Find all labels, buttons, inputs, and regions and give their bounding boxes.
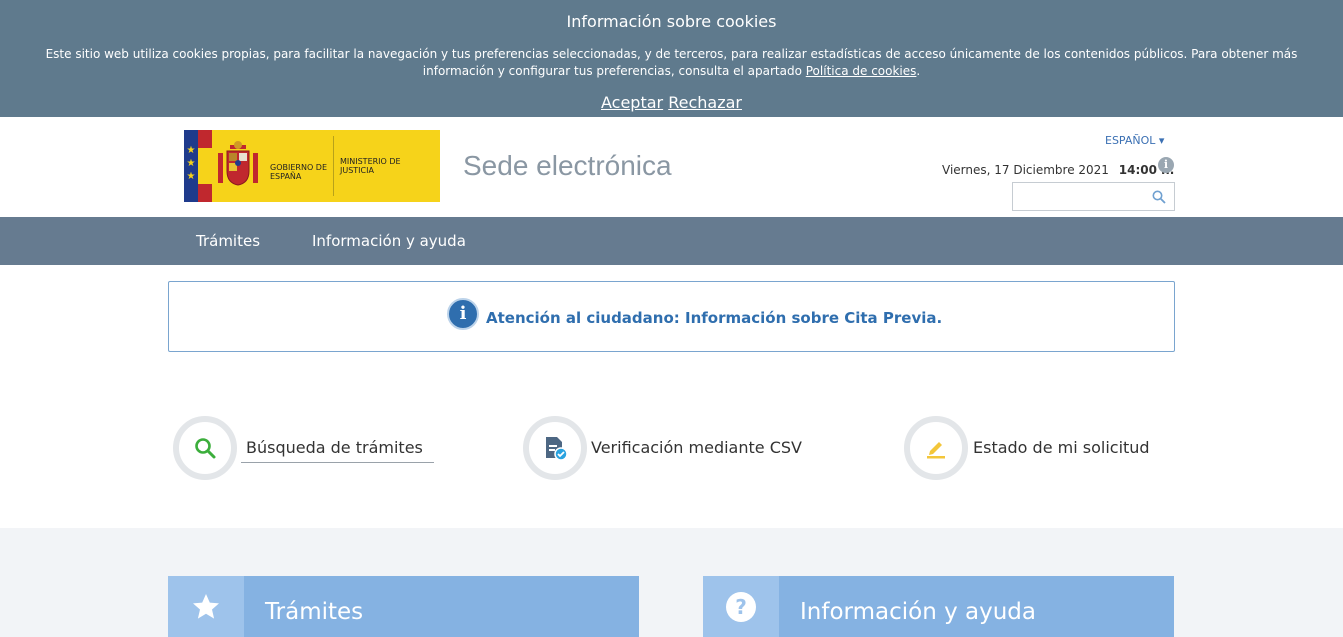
quick-action-label: Verificación mediante CSV (591, 438, 802, 457)
cookie-banner: Información sobre cookies Este sitio web… (0, 0, 1343, 117)
quick-action-label: Estado de mi solicitud (973, 438, 1150, 457)
svg-text:?: ? (735, 595, 747, 619)
cookie-text: Este sitio web utiliza cookies propias, … (10, 46, 1333, 80)
document-check-icon (523, 416, 587, 480)
nav-item-tramites[interactable]: Trámites (196, 232, 260, 250)
card-tramites[interactable]: Trámites (168, 576, 639, 637)
logo-text-gobierno: GOBIERNO DE ESPAÑA (264, 136, 334, 196)
reject-cookies-button[interactable]: Rechazar (668, 93, 742, 112)
quick-action-csv[interactable]: Verificación mediante CSV (523, 416, 802, 480)
quick-action-search[interactable]: Búsqueda de trámites (173, 416, 435, 480)
alert-text[interactable]: Atención al ciudadano: Información sobre… (486, 309, 942, 327)
card-title: Información y ayuda (800, 599, 1036, 625)
question-icon: ? (703, 576, 779, 637)
main-nav: Trámites Información y ayuda (0, 217, 1343, 265)
quick-action-status[interactable]: Estado de mi solicitud (904, 416, 1150, 480)
cookie-title: Información sobre cookies (566, 12, 777, 31)
nav-item-informacion[interactable]: Información y ayuda (312, 232, 466, 250)
info-icon[interactable]: i (1158, 157, 1174, 173)
eu-stars-icon: ★ ★ ★ (184, 130, 198, 202)
card-title: Trámites (265, 599, 364, 625)
header: ★ ★ ★ GOBIERNO DE ESPAÑA MINISTERIO DE JUS… (0, 117, 1343, 217)
bottom-section: Trámites ? Información y ayuda (0, 528, 1343, 637)
cookie-policy-link[interactable]: Política de cookies (806, 64, 917, 78)
search-icon[interactable] (1152, 189, 1166, 208)
info-circle-icon: i (447, 298, 479, 330)
divider (241, 462, 434, 463)
cookie-actions: Aceptar Rechazar (0, 93, 1343, 112)
search-box (1012, 182, 1175, 211)
site-title: Sede electrónica (463, 150, 672, 181)
current-date: Viernes, 17 Diciembre 2021 (942, 163, 1109, 177)
accept-cookies-button[interactable]: Aceptar (601, 93, 663, 112)
cookie-text-end: . (916, 64, 921, 78)
pencil-icon (904, 416, 968, 480)
coat-of-arms-icon (212, 130, 264, 202)
card-informacion[interactable]: ? Información y ayuda (703, 576, 1174, 637)
flag-icon: ★ ★ ★ (184, 130, 212, 202)
star-icon (168, 576, 244, 637)
notice-alert[interactable]: i Atención al ciudadano: Información sob… (168, 281, 1175, 352)
language-selector[interactable]: ESPAÑOL ▾ (1105, 134, 1164, 147)
search-icon (173, 416, 237, 480)
cookie-text-body: Este sitio web utiliza cookies propias, … (45, 47, 1298, 78)
government-logo[interactable]: ★ ★ ★ GOBIERNO DE ESPAÑA MINISTERIO DE JUS… (184, 130, 440, 202)
logo-text-ministerio: MINISTERIO DE JUSTICIA (340, 157, 401, 175)
search-input[interactable] (1013, 183, 1143, 210)
date-time: Viernes, 17 Diciembre 2021 14:00 h. (942, 163, 1174, 177)
quick-action-label: Búsqueda de trámites (246, 438, 423, 457)
